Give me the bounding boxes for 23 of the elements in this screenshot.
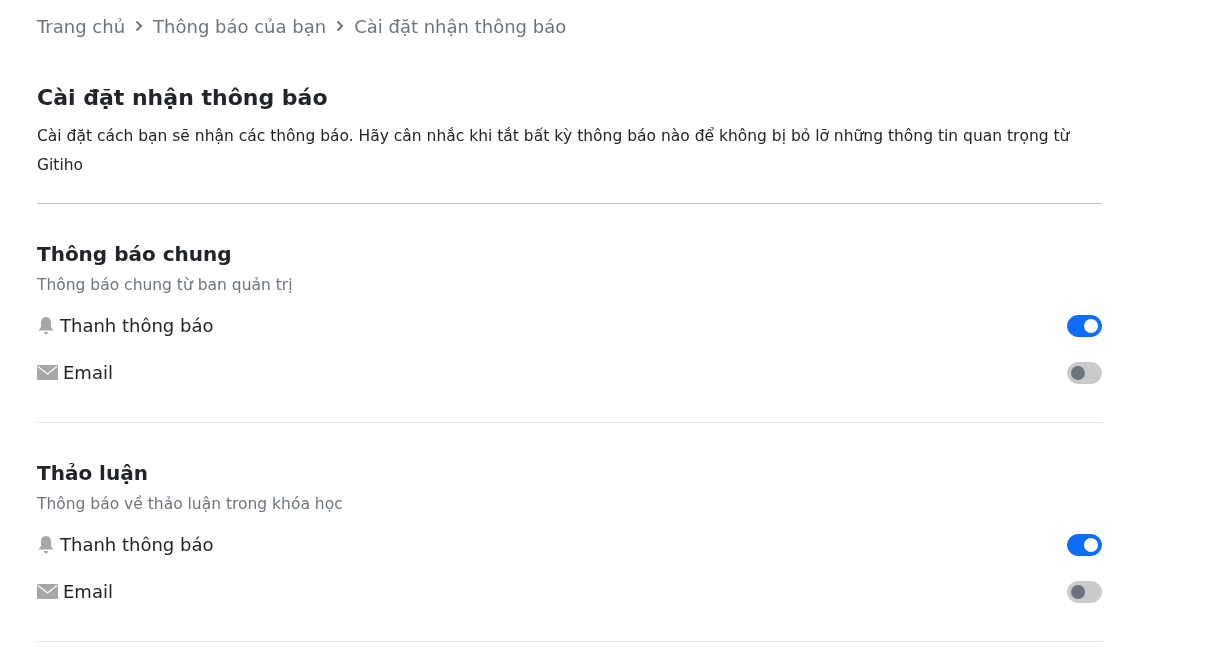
toggle-switch[interactable]	[1067, 533, 1102, 556]
breadcrumb-link[interactable]: Trang chủ	[37, 15, 126, 37]
bell-icon	[37, 316, 55, 335]
section-title: Thảo luận	[37, 461, 149, 485]
breadcrumb-link[interactable]: Cài đặt nhận thông báo	[354, 15, 567, 37]
chevron-icon	[135, 20, 144, 32]
page-title: Cài đặt nhận thông báo	[37, 85, 329, 110]
page-description: Cài đặt cách bạn sẽ nhận các thông báo. Hãy cân nhắc khi tắt bất kỳ thông báo nào để không bị bỏ lỡ những thông tin quan trọng từ Gitiho	[37, 126, 1071, 176]
bell-icon	[37, 535, 55, 554]
setting-label: Email	[63, 581, 113, 602]
toggle-switch[interactable]	[1067, 314, 1102, 337]
setting-label: Thanh thông báo	[60, 534, 214, 555]
setting-label: Email	[63, 362, 113, 383]
chevron-icon	[336, 20, 345, 32]
section-title: Thông báo chung	[37, 242, 233, 266]
section-subtitle: Thông báo về thảo luận trong khóa học	[37, 495, 344, 513]
section-subtitle: Thông báo chung từ ban quản trị	[37, 276, 294, 294]
toggle-switch[interactable]	[1067, 580, 1102, 603]
envelope-icon	[37, 584, 58, 599]
breadcrumb-link[interactable]: Thông báo của bạn	[153, 15, 327, 37]
envelope-icon	[37, 365, 58, 380]
toggle-switch[interactable]	[1067, 361, 1102, 384]
setting-label: Thanh thông báo	[60, 315, 214, 336]
